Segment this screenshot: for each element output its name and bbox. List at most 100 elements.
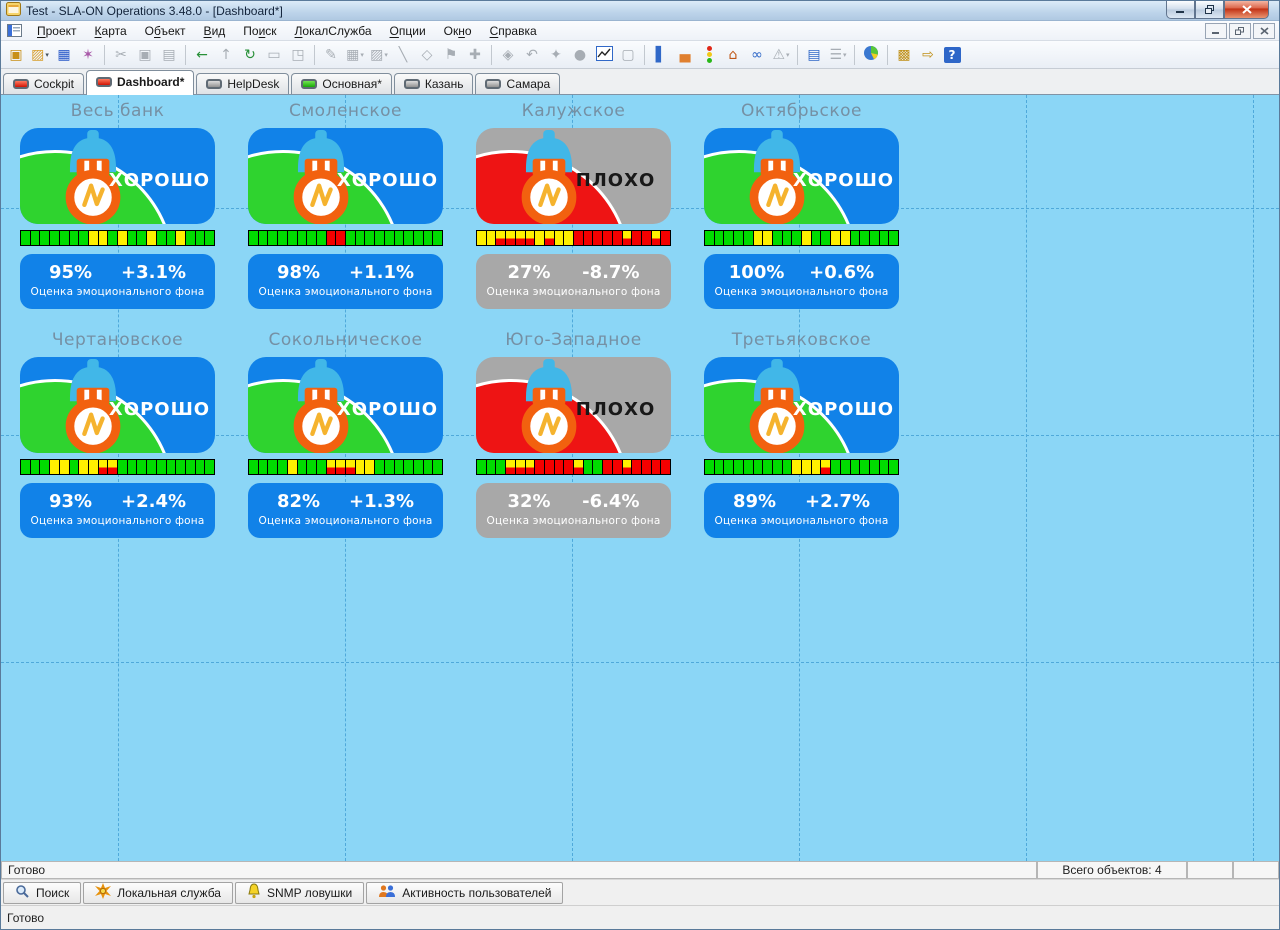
minimize-button[interactable] — [1166, 1, 1195, 19]
rotate-icon: ◈ — [496, 43, 520, 67]
bar-segment — [772, 460, 782, 474]
tile-status-card[interactable]: ХОРОШО — [20, 357, 215, 453]
bar-segment — [869, 231, 879, 245]
chart-icon[interactable] — [592, 43, 616, 67]
bar-segment — [30, 460, 40, 474]
map-icon: ▦▾ — [343, 43, 367, 67]
menu-item-9[interactable]: Справка — [481, 22, 546, 40]
tile-status-card[interactable]: ХОРОШО — [248, 128, 443, 224]
background-icon: ▨▾ — [367, 43, 391, 67]
mdi-close-button[interactable] — [1253, 23, 1275, 39]
menu-item-6[interactable]: ЛокалСлужба — [286, 22, 381, 40]
tab-screen-icon — [13, 79, 29, 89]
export-icon[interactable]: ⇨ — [916, 43, 940, 67]
form-icon[interactable]: ▤ — [802, 43, 826, 67]
close-button[interactable] — [1224, 1, 1269, 19]
menu-item-4[interactable]: Вид — [195, 22, 235, 40]
bar-segment — [185, 231, 195, 245]
menu-item-5[interactable]: Поиск — [234, 22, 285, 40]
layout-bottom-icon[interactable]: ▄ — [673, 43, 697, 67]
panel-button-label: SNMP ловушки — [267, 886, 352, 900]
panel-button-user-activity[interactable]: Активность пользователей — [366, 882, 563, 904]
bar-segment — [374, 460, 384, 474]
bar-segment — [879, 460, 889, 474]
traffic-light-icon[interactable] — [697, 43, 721, 67]
toolbar-separator — [491, 45, 492, 65]
bar-segment — [258, 460, 268, 474]
mdi-minimize-button[interactable] — [1205, 23, 1227, 39]
bar-segment — [791, 231, 801, 245]
tile-title: Калужское — [476, 101, 671, 121]
help-icon[interactable]: ? — [940, 43, 964, 67]
bar-segment — [859, 460, 869, 474]
tab-1[interactable]: Cockpit — [3, 73, 84, 94]
dropdown-caret-icon: ▾ — [786, 51, 790, 59]
new-project-icon[interactable]: ▣ — [4, 43, 28, 67]
tile-status-card[interactable]: ХОРОШО — [704, 357, 899, 453]
menu-item-1[interactable]: Проект — [28, 22, 86, 40]
dashboard-tile: Калужское ПЛОХО 27%-8.7%Оценка эмоциональн… — [476, 95, 671, 310]
dashboard-tile: СокольническоеХОРОШО82%+1.3%Оценка эмоци… — [248, 324, 443, 539]
bar-segment — [534, 231, 544, 245]
home-icon[interactable]: ⌂ — [721, 43, 745, 67]
tile-status-card[interactable]: ХОРОШО — [248, 357, 443, 453]
app-window: Test - SLA-ON Operations 3.48.0 - [Dashb… — [0, 0, 1280, 930]
bar-segment — [249, 460, 258, 474]
bar-segment — [782, 460, 792, 474]
bar-segment — [107, 231, 117, 245]
tab-4[interactable]: Основная* — [291, 73, 391, 94]
tab-label: HelpDesk — [227, 77, 279, 91]
menu-item-8[interactable]: Окно — [435, 22, 481, 40]
panel-button-search[interactable]: Поиск — [3, 882, 81, 904]
refresh-icon[interactable]: ↻ — [238, 43, 262, 67]
bar-segment — [762, 231, 772, 245]
mdi-system-icon[interactable] — [7, 24, 22, 37]
open-project-icon[interactable]: ▨▾ — [28, 43, 52, 67]
save-icon[interactable]: ▦ — [52, 43, 76, 67]
bar-segment — [631, 231, 641, 245]
menu-item-2[interactable]: Карта — [86, 22, 136, 40]
layout-left-icon[interactable]: ▌ — [649, 43, 673, 67]
tab-6[interactable]: Самара — [475, 73, 560, 94]
tile-status-card[interactable]: ХОРОШО — [20, 128, 215, 224]
report-icon[interactable]: ▩ — [892, 43, 916, 67]
tab-2[interactable]: Dashboard* — [86, 70, 194, 95]
wizard-icon[interactable]: ✶ — [76, 43, 100, 67]
tile-history-bar — [248, 230, 443, 246]
tile-values-card: 27%-8.7%Оценка эмоционального фона — [476, 254, 671, 309]
copy-icon: ▣ — [133, 43, 157, 67]
back-icon[interactable]: ← — [190, 43, 214, 67]
user-stats-icon[interactable] — [859, 43, 883, 67]
panel-button-local-service[interactable]: Локальная служба — [83, 882, 233, 904]
tab-5[interactable]: Казань — [394, 73, 474, 94]
tile-status-card[interactable]: ХОРОШО — [704, 128, 899, 224]
bar-segment — [316, 231, 326, 245]
tile-status-card[interactable]: ПЛОХО — [476, 128, 671, 224]
dropdown-caret-icon: ▾ — [384, 51, 388, 59]
bar-segment — [850, 231, 860, 245]
panel-button-snmp-traps[interactable]: SNMP ловушки — [235, 882, 364, 904]
tile-status-label: ХОРОШО — [108, 399, 211, 420]
bar-segment — [850, 460, 860, 474]
tile-caption: Оценка эмоционального фона — [476, 515, 671, 527]
links-icon[interactable]: ∞ — [745, 43, 769, 67]
bar-segment — [753, 460, 763, 474]
menu-item-3[interactable]: Объект — [136, 22, 195, 40]
tile-status-card[interactable]: ПЛОХО — [476, 357, 671, 453]
restore-button[interactable] — [1195, 1, 1224, 19]
bar-segment — [185, 460, 195, 474]
bar-segment — [59, 460, 69, 474]
tile-caption: Оценка эмоционального фона — [20, 286, 215, 298]
tab-3[interactable]: HelpDesk — [196, 73, 289, 94]
bottom-status-message: Готово — [7, 911, 44, 925]
list-icon: ☰▾ — [826, 43, 850, 67]
bar-segment — [88, 231, 98, 245]
mdi-restore-button[interactable] — [1229, 23, 1251, 39]
tile-status-label: ХОРОШО — [336, 399, 439, 420]
dashboard-canvas[interactable]: Весь банкХОРОШО95%+3.1%Оценка эмоциональ… — [1, 95, 1279, 861]
menu-item-7[interactable]: Опции — [381, 22, 435, 40]
toolbar-separator — [887, 45, 888, 65]
tile-delta: -8.7% — [582, 262, 639, 283]
tab-label: Cockpit — [34, 77, 74, 91]
tile-caption: Оценка эмоционального фона — [704, 515, 899, 527]
